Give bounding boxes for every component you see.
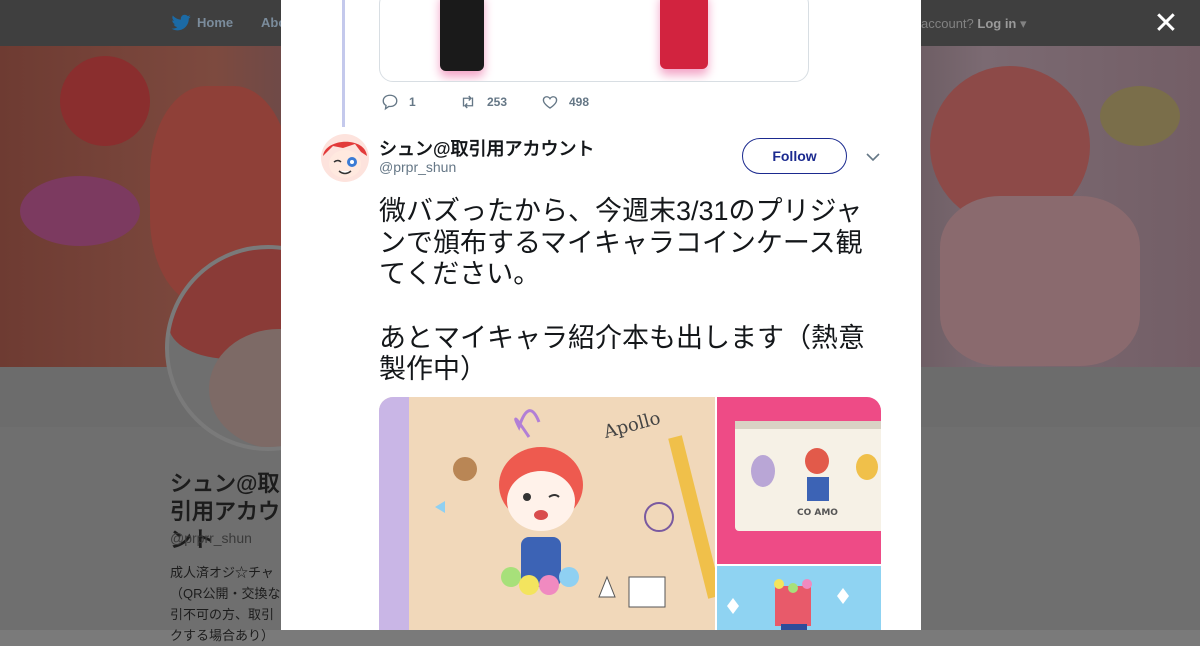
chevron-down-icon[interactable] bbox=[865, 150, 881, 164]
avatar-art bbox=[321, 134, 369, 182]
profile-handle: @prprr_shun bbox=[170, 530, 252, 546]
pouch-print: CO AMO bbox=[797, 508, 838, 518]
like-count: 498 bbox=[569, 95, 590, 109]
profile-bio: 成人済オジ☆チャ（QR公開・交換な引不可の方、取引クする場合あり） bbox=[170, 565, 281, 643]
tweet-author-handle[interactable]: @prpr_shun bbox=[379, 159, 456, 175]
retweet-action[interactable]: 253 bbox=[459, 92, 507, 112]
reply-action[interactable]: 1 bbox=[381, 92, 416, 112]
media-character-photo[interactable] bbox=[717, 566, 881, 630]
nav-home-link[interactable]: Home bbox=[197, 15, 233, 30]
retweet-count: 253 bbox=[487, 95, 508, 109]
login-link[interactable]: Log in bbox=[977, 16, 1016, 31]
account-prompt: account? Log in ▾ bbox=[921, 16, 1027, 31]
retweet-icon bbox=[462, 95, 474, 109]
tweet-text: 微バズったから、今週末3/31のプリジャンで頒布するマイキャラコインケース観てく… bbox=[379, 196, 889, 418]
like-icon bbox=[542, 96, 558, 109]
account-question: account? bbox=[921, 16, 974, 31]
illustration-art: Apollo bbox=[379, 397, 715, 630]
pouch-art: CO AMO bbox=[735, 421, 881, 531]
thread-connector bbox=[342, 0, 345, 127]
tweet-paragraph-1: 微バズったから、今週末3/31のプリジャンで頒布するマイキャラコインケース観てく… bbox=[379, 196, 863, 289]
reply-icon bbox=[382, 94, 398, 111]
media-illustration[interactable]: Apollo bbox=[379, 397, 715, 630]
like-action[interactable]: 498 bbox=[541, 92, 589, 112]
author-avatar[interactable] bbox=[321, 134, 369, 182]
red-boot-image bbox=[660, 0, 708, 69]
tweet-media-grid: Apollo CO AMO bbox=[379, 397, 881, 630]
follow-button[interactable]: Follow bbox=[742, 138, 847, 174]
tweet-author-name[interactable]: シュン@取引用アカウント bbox=[379, 135, 595, 161]
twitter-bird-icon bbox=[171, 14, 191, 31]
media-signature: Apollo bbox=[601, 408, 663, 443]
character-art bbox=[727, 579, 849, 630]
close-icon[interactable]: ✕ bbox=[1152, 9, 1180, 39]
tweet-paragraph-2: あとマイキャラ紹介本も出します（熱意製作中） bbox=[379, 322, 865, 385]
previous-tweet-media[interactable] bbox=[379, 0, 809, 82]
black-boot-image bbox=[440, 0, 484, 71]
tweet-modal: 1 253 498 シュン@取引用アカウント @prpr_shun Follow… bbox=[281, 0, 921, 630]
reply-count: 1 bbox=[409, 95, 416, 109]
media-pouch-photo[interactable]: CO AMO bbox=[717, 397, 881, 564]
